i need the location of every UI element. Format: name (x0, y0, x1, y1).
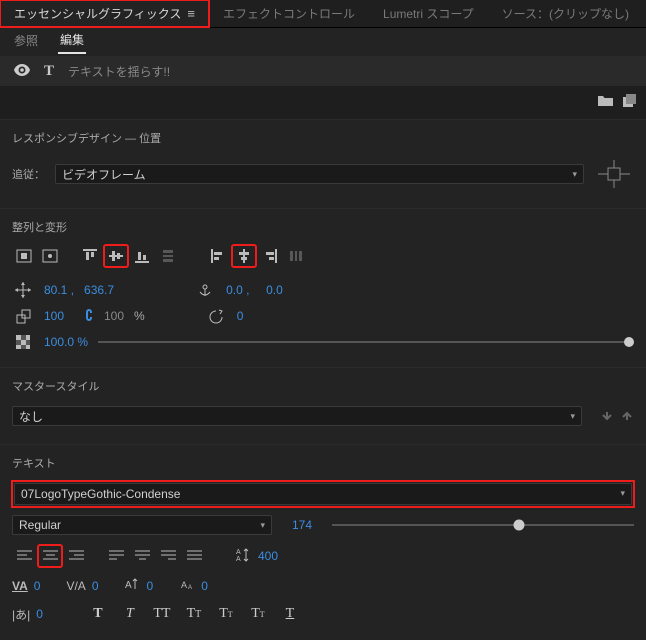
section-master-style: マスタースタイル なし ▾ (0, 367, 646, 444)
tab-essential-graphics[interactable]: エッセンシャルグラフィックス ≡ (0, 0, 209, 27)
visibility-icon[interactable] (14, 64, 30, 79)
pos-x[interactable]: 80.1 , (44, 283, 74, 297)
smallcaps-icon[interactable]: TT (183, 604, 205, 624)
panel-menu-icon[interactable]: ≡ (187, 6, 195, 21)
align-frame-a-icon[interactable] (12, 245, 36, 267)
opacity-icon (12, 335, 34, 349)
pos-y[interactable]: 636.7 (84, 283, 114, 297)
anchor-icon (194, 282, 216, 298)
underline-icon[interactable]: T (279, 604, 301, 624)
svg-text:A: A (188, 585, 192, 591)
leading-value[interactable]: 400 (258, 549, 278, 563)
section-text: テキスト 07LogoTypeGothic-Condense ▾ Regular… (0, 444, 646, 640)
align-title: 整列と変形 (12, 219, 634, 235)
tsume-value[interactable]: 0 (201, 579, 208, 593)
chevron-down-icon: ▾ (572, 169, 577, 180)
chevron-down-icon: ▾ (620, 488, 625, 499)
align-hcenter-icon[interactable] (232, 245, 256, 267)
rotation-icon (205, 309, 227, 324)
tatechuyoko-value[interactable]: 0 (36, 607, 43, 621)
anchor-x[interactable]: 0.0 , (226, 283, 256, 297)
section-responsive: レスポンシブデザイン ― 位置 追従： ビデオフレーム ▾ (0, 119, 646, 208)
tatechuyoko-icon: |あ| (12, 606, 30, 623)
link-icon[interactable] (84, 308, 94, 325)
kerning-icon: V/A (66, 579, 85, 593)
align-bottom-icon[interactable] (130, 245, 154, 267)
anchor-y[interactable]: 0.0 (266, 283, 296, 297)
justify-all-icon[interactable] (182, 545, 206, 567)
text-align-left-icon[interactable] (12, 545, 36, 567)
rotation-value[interactable]: 0 (237, 309, 267, 323)
font-size-slider[interactable] (332, 524, 634, 526)
align-top-icon[interactable] (78, 245, 102, 267)
allcaps-icon[interactable]: TT (151, 604, 173, 624)
opacity-slider[interactable] (98, 335, 634, 349)
svg-text:A: A (236, 549, 241, 556)
tab-lumetri-scopes[interactable]: Lumetri スコープ (369, 0, 488, 27)
leading-icon: AA (236, 548, 252, 565)
percent-label: % (134, 309, 145, 323)
layer-name: テキストを揺らす!! (68, 63, 170, 80)
subtab-browse[interactable]: 参照 (12, 32, 40, 53)
text-title: テキスト (12, 455, 634, 471)
bold-icon[interactable]: T (87, 604, 109, 624)
chevron-down-icon: ▾ (260, 520, 265, 531)
master-select[interactable]: なし ▾ (12, 406, 582, 426)
opacity-value[interactable]: 100.0 % (44, 335, 88, 349)
justify-last-right-icon[interactable] (156, 545, 180, 567)
text-align-center-icon[interactable] (38, 545, 62, 567)
svg-text:A: A (236, 556, 241, 562)
font-row-highlight: 07LogoTypeGothic-Condense ▾ (12, 481, 634, 507)
tab-label: エッセンシャルグラフィックス (14, 5, 181, 22)
distribute-h-icon[interactable] (284, 245, 308, 267)
new-layer-icon[interactable] (623, 94, 636, 110)
subtab-edit[interactable]: 編集 (58, 31, 86, 54)
tab-effect-controls[interactable]: エフェクトコントロール (209, 0, 369, 27)
push-down-icon[interactable] (600, 409, 614, 423)
font-select[interactable]: 07LogoTypeGothic-Condense ▾ (14, 483, 632, 505)
master-title: マスタースタイル (12, 378, 634, 394)
position-icon (12, 282, 34, 298)
pin-label: 追従： (12, 166, 45, 182)
tracking-icon: VA (12, 579, 28, 593)
pin-select[interactable]: ビデオフレーム ▾ (55, 164, 584, 184)
scale-y[interactable]: 100 (104, 309, 124, 323)
tracking-value[interactable]: 0 (34, 579, 41, 593)
push-up-icon[interactable] (620, 409, 634, 423)
tsume-icon: AA (179, 578, 195, 594)
align-right-icon[interactable] (258, 245, 282, 267)
align-vcenter-icon[interactable] (104, 245, 128, 267)
responsive-title: レスポンシブデザイン ― 位置 (12, 130, 634, 146)
folder-icon[interactable] (598, 94, 613, 110)
baseline-icon: A (125, 577, 141, 594)
baseline-value[interactable]: 0 (147, 579, 154, 593)
subscript-icon[interactable]: TT (247, 604, 269, 624)
chevron-down-icon: ▾ (570, 411, 575, 422)
italic-icon[interactable]: T (119, 604, 141, 624)
scale-value[interactable]: 100 (44, 309, 74, 323)
distribute-v-icon[interactable] (156, 245, 180, 267)
pin-target-icon[interactable] (594, 156, 634, 192)
layer-row[interactable]: T テキストを揺らす!! (0, 56, 646, 86)
scale-icon (12, 309, 34, 324)
superscript-icon[interactable]: TT (215, 604, 237, 624)
text-align-right-icon[interactable] (64, 545, 88, 567)
font-size[interactable]: 174 (292, 518, 312, 532)
align-left-icon[interactable] (206, 245, 230, 267)
text-layer-icon: T (44, 63, 54, 80)
kerning-value[interactable]: 0 (92, 579, 99, 593)
justify-last-center-icon[interactable] (130, 545, 154, 567)
justify-last-left-icon[interactable] (104, 545, 128, 567)
tab-source[interactable]: ソース：(クリップなし) (488, 0, 643, 27)
svg-text:A: A (181, 580, 187, 590)
leading-metric: AA 400 (236, 548, 278, 565)
section-align-transform: 整列と変形 80.1 , 636.7 0.0 , 0.0 100 (0, 208, 646, 367)
align-frame-b-icon[interactable] (38, 245, 62, 267)
svg-text:A: A (125, 580, 132, 591)
font-style-select[interactable]: Regular ▾ (12, 515, 272, 535)
